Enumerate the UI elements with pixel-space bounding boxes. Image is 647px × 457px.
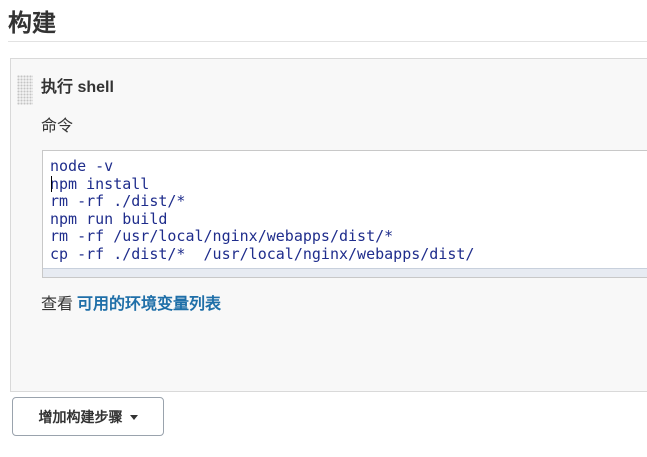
step-title: 执行 shell <box>41 79 114 96</box>
env-prefix-text: 查看 <box>41 296 74 313</box>
editor-resize-handle[interactable] <box>43 268 647 277</box>
drag-handle-icon[interactable] <box>17 75 33 105</box>
section-divider <box>8 41 647 42</box>
text-cursor <box>51 176 52 192</box>
add-build-step-label: 增加构建步骤 <box>38 408 123 425</box>
command-label: 命令 <box>41 118 74 135</box>
env-vars-link[interactable]: 可用的环境变量列表 <box>77 296 221 313</box>
add-build-step-button[interactable]: 增加构建步骤 <box>12 397 164 436</box>
env-vars-line: 查看 可用的环境变量列表 <box>41 295 221 315</box>
command-textarea[interactable]: node -v npm install rm -rf ./dist/* npm run… <box>43 151 647 267</box>
command-line: rm -rf /usr/local/nginx/webapps/dist/* <box>50 227 394 245</box>
command-line: cp -rf ./dist/* /usr/local/nginx/webapps… <box>50 244 475 263</box>
build-config-page: 构建 执行 shell 命令 node -v npm install rm -rf … <box>0 0 647 457</box>
chevron-down-icon <box>129 415 138 420</box>
command-editor[interactable]: node -v npm install rm -rf ./dist/* npm run… <box>42 150 647 278</box>
execute-shell-step: 执行 shell 命令 node -v npm install rm -rf ./d… <box>10 58 647 392</box>
command-line: npm install <box>50 174 150 193</box>
command-line: node -v <box>50 157 114 175</box>
command-line: rm -rf ./dist/* <box>50 192 186 210</box>
command-line: npm run build <box>50 209 168 228</box>
section-title: 构建 <box>8 10 56 37</box>
